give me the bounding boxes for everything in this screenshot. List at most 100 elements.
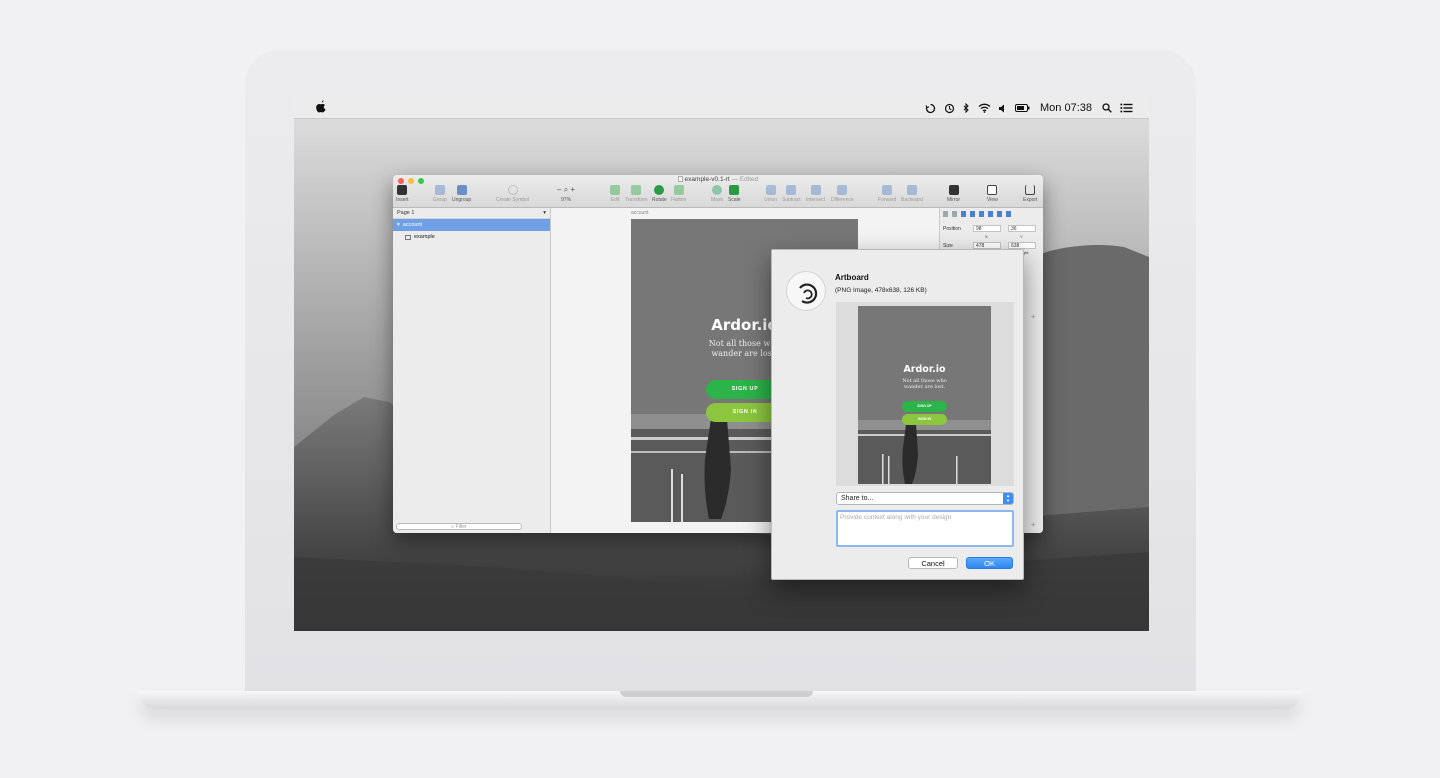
alignment-tools [943, 211, 1039, 218]
menubar-clock[interactable]: Mon 07:38 [1040, 102, 1092, 114]
sync-icon[interactable] [925, 103, 936, 114]
wifi-icon[interactable] [978, 103, 991, 113]
mirror-icon [948, 185, 959, 195]
battery-icon[interactable] [1015, 104, 1030, 112]
image-preview: Ardor.io Not all those who wander are lo… [836, 302, 1014, 486]
group-label: Group [433, 197, 447, 203]
rotate-label: Rotate [652, 197, 667, 203]
create-symbol-label: Create Symbol [496, 197, 530, 203]
mirror-button[interactable]: Mirror [947, 185, 960, 203]
backward-icon [906, 185, 917, 195]
union-button[interactable]: Union [764, 185, 777, 203]
add-export-icon[interactable]: + [1031, 520, 1036, 529]
volume-icon[interactable] [999, 104, 1007, 113]
mask-button[interactable]: Mask [711, 185, 723, 203]
difference-label: Difference [831, 197, 854, 203]
share-to-value: Share to... [841, 495, 874, 502]
forward-icon [882, 185, 893, 195]
ok-button[interactable]: OK [966, 557, 1013, 569]
mirror-label: Mirror [947, 197, 961, 203]
layers-panel: Page 1 ▾ ▾ account example ⌕ Filter [393, 208, 551, 533]
view-label: View [987, 197, 998, 203]
export-button[interactable]: Export [1023, 185, 1037, 203]
artboard-label[interactable]: account [631, 210, 649, 216]
difference-button[interactable]: Difference [831, 185, 854, 203]
position-y-field[interactable]: 36 [1008, 225, 1036, 232]
layer-label: example [414, 234, 435, 240]
intersect-label: Intersect [806, 197, 826, 203]
disclosure-triangle-icon[interactable]: ▾ [397, 222, 400, 228]
layer-filter-input[interactable]: ⌕ Filter [396, 523, 522, 530]
share-to-select[interactable]: Share to... ▴ ▾ [836, 492, 1014, 505]
mask-icon [711, 185, 722, 195]
menu-extras: Mon 07:38 [925, 97, 1133, 119]
scale-label: Scale [728, 197, 741, 203]
scale-icon [729, 185, 740, 195]
menu-bar: Mon 07:38 [294, 97, 1149, 119]
document-icon [677, 176, 683, 183]
insert-button[interactable]: Insert [396, 185, 409, 203]
rotate-icon [654, 185, 665, 195]
time-machine-icon[interactable] [944, 103, 955, 114]
align-left-icon[interactable] [943, 211, 948, 217]
page-selector[interactable]: Page 1 ▾ [393, 208, 550, 219]
export-label: Export [1023, 197, 1038, 203]
transform-label: Transform [625, 197, 648, 203]
context-textarea[interactable]: Provide context along with your design [836, 510, 1014, 547]
screen: Mon 07:38 example-v0.1-rt — Edited Inser… [294, 97, 1149, 631]
zoom-level: 97% [561, 197, 572, 203]
align-middle-icon[interactable] [979, 211, 984, 217]
spotlight-search-icon[interactable] [1102, 103, 1112, 113]
search-icon: ⌕ [451, 524, 455, 530]
difference-icon [837, 185, 848, 195]
distribute-vertical-icon[interactable] [1006, 211, 1011, 217]
image-layer-icon [405, 234, 411, 240]
zoom-control[interactable]: – ⌕ + 97% [557, 185, 575, 203]
subtract-button[interactable]: Subtract [782, 185, 801, 203]
position-label: Position [943, 226, 961, 232]
align-right-icon[interactable] [961, 211, 966, 217]
add-style-icon[interactable]: + [1031, 312, 1036, 321]
y-label: Y [1020, 234, 1023, 239]
transform-button[interactable]: Transform [625, 185, 648, 203]
align-center-icon[interactable] [952, 211, 957, 217]
toolbar: Insert Group Ungroup Create Symbol – ⌕ +… [393, 185, 1043, 207]
magnifier-icon: ⌕ [563, 185, 569, 194]
zoom-in-button[interactable]: + [570, 185, 575, 194]
scale-button[interactable]: Scale [728, 185, 741, 203]
subtract-label: Subtract [782, 197, 801, 203]
forward-button[interactable]: Forward [878, 185, 896, 203]
mask-label: Mask [711, 197, 723, 203]
width-field[interactable]: 478 [973, 242, 1001, 249]
bluetooth-icon[interactable] [963, 102, 970, 114]
edit-label: Edit [610, 197, 620, 203]
edit-button[interactable]: Edit [610, 185, 620, 203]
file-name: Artboard [835, 273, 869, 282]
height-field[interactable]: 638 [1008, 242, 1036, 249]
position-x-field[interactable]: 98 [973, 225, 1001, 232]
preview-artboard: Ardor.io Not all those who wander are lo… [858, 306, 991, 484]
ungroup-button[interactable]: Ungroup [452, 185, 471, 203]
preview-app-title: Ardor.io [903, 364, 946, 375]
create-symbol-button[interactable]: Create Symbol [496, 185, 529, 203]
align-top-icon[interactable] [970, 211, 975, 217]
layer-artboard[interactable]: ▾ account [393, 219, 550, 231]
flatten-button[interactable]: Flatten [671, 185, 686, 203]
flatten-icon [673, 185, 684, 195]
layer-image[interactable]: example [393, 231, 550, 243]
align-bottom-icon[interactable] [988, 211, 993, 217]
notification-center-icon[interactable] [1120, 103, 1133, 113]
backward-button[interactable]: Backward [901, 185, 923, 203]
group-button[interactable]: Group [433, 185, 447, 203]
view-button[interactable]: View [987, 185, 998, 203]
page-chevron-icon: ▾ [543, 210, 546, 216]
backward-label: Backward [901, 197, 923, 203]
distribute-horizontal-icon[interactable] [997, 211, 1002, 217]
zoom-out-button[interactable]: – [557, 185, 561, 194]
rotate-button[interactable]: Rotate [652, 185, 667, 203]
cancel-button[interactable]: Cancel [908, 557, 958, 569]
view-icon [987, 185, 998, 195]
window-title-text: example-v0.1-rt [684, 176, 730, 183]
intersect-button[interactable]: Intersect [806, 185, 825, 203]
apple-menu-icon[interactable] [316, 100, 327, 116]
